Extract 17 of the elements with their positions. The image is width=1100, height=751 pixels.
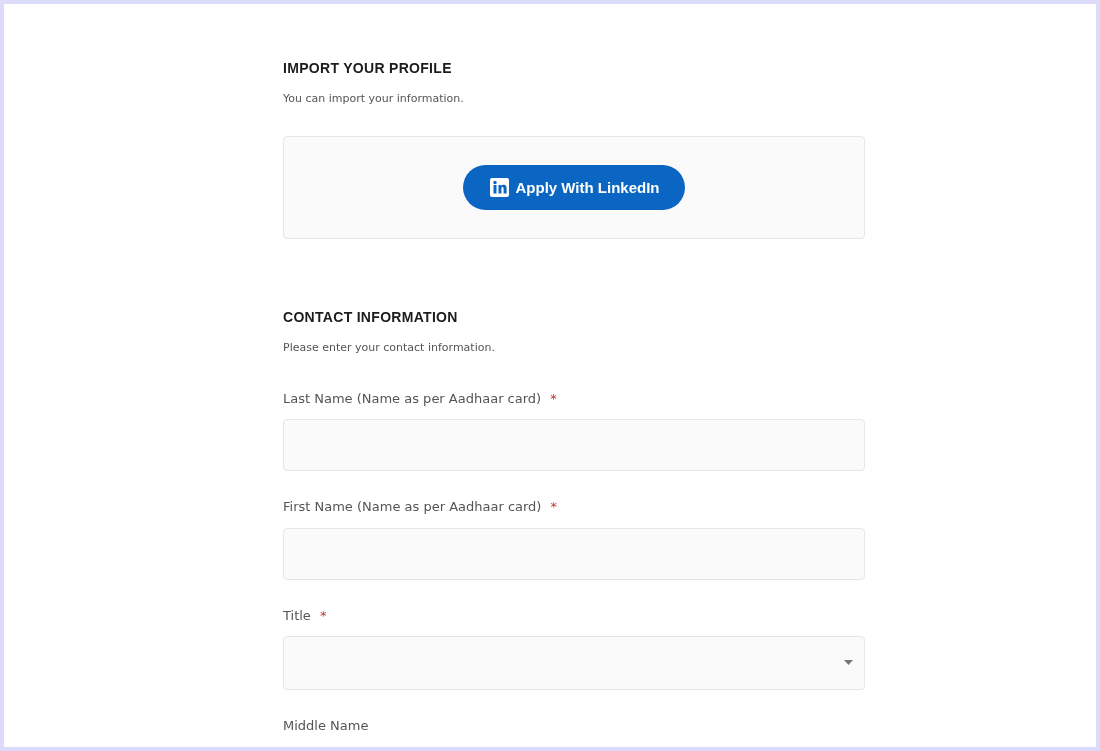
input-field[interactable] (283, 527, 865, 580)
linkedin-button[interactable]: Apply With LinkedIn (463, 165, 685, 211)
field-label: First Name (Name as per Aadhaar card) (283, 498, 542, 517)
required-mark: * (319, 606, 327, 625)
select-field[interactable] (283, 636, 865, 691)
section-description: Please enter your contact information. (283, 340, 496, 357)
field-label: Last Name (Name as per Aadhaar card) (283, 389, 542, 408)
section-heading: IMPORT YOUR PROFILE (283, 60, 453, 77)
required-mark: * (550, 389, 557, 408)
input-field[interactable] (283, 419, 865, 472)
section-heading: CONTACT INFORMATION (283, 309, 459, 327)
field-label: Middle Name (283, 717, 369, 736)
linkedin-logo-icon (490, 178, 510, 198)
section-description: You can import your information. (283, 90, 465, 107)
caret-icon (844, 660, 853, 666)
field-label: Title (283, 606, 311, 625)
required-mark: * (550, 498, 557, 517)
